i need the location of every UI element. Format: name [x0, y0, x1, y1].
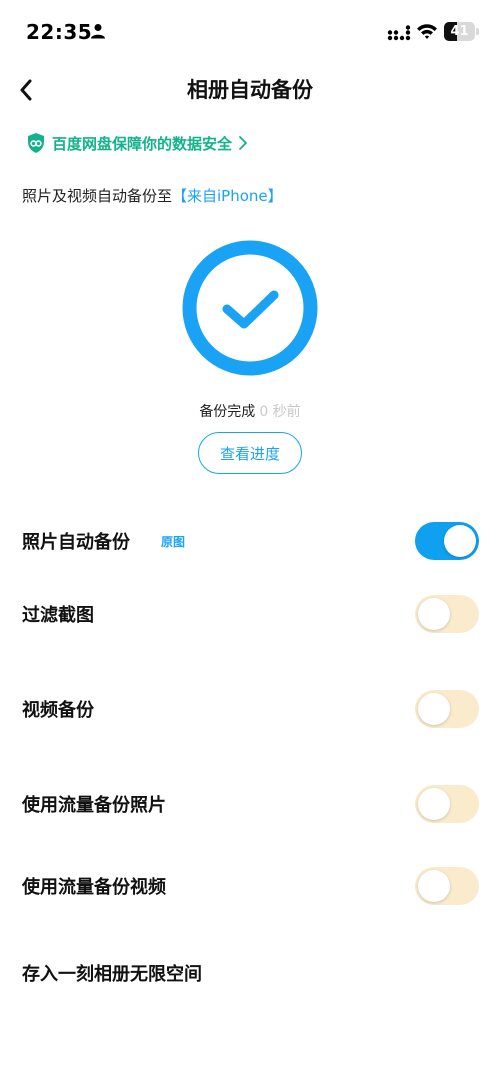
setting-row-video-backup: 视频备份 — [0, 681, 500, 737]
backup-destination-link[interactable]: 【来自iPhone】 — [172, 187, 283, 205]
person-icon — [91, 24, 105, 39]
checkmark-circle-icon — [182, 240, 318, 376]
wifi-icon — [417, 24, 437, 39]
setting-label: 视频备份 — [22, 700, 94, 721]
shield-icon — [28, 133, 44, 153]
video-backup-toggle[interactable] — [415, 690, 479, 728]
filter-screenshots-toggle[interactable] — [415, 595, 479, 633]
backup-destination-prefix: 照片及视频自动备份至 — [22, 187, 173, 205]
setting-row-cellular-videos: 使用流量备份视频 — [0, 858, 500, 914]
battery-icon: 41 — [444, 22, 475, 41]
toggle-knob — [418, 693, 450, 725]
photo-backup-toggle[interactable] — [415, 522, 479, 560]
toggle-knob — [418, 598, 450, 630]
security-text: 百度网盘保障你的数据安全 — [52, 134, 233, 153]
battery-level: 41 — [450, 24, 469, 39]
signal-icon — [387, 25, 411, 41]
setting-label: 使用流量备份照片 — [22, 795, 166, 816]
toggle-knob — [418, 788, 450, 820]
backup-time-ago: 0 秒前 — [259, 404, 301, 420]
setting-label: 照片自动备份 — [22, 532, 130, 553]
view-progress-button[interactable]: 查看进度 — [198, 432, 302, 474]
backup-destination: 照片及视频自动备份至【来自iPhone】 — [22, 185, 283, 206]
setting-row-cellular-photos: 使用流量备份照片 — [0, 776, 500, 832]
page-title: 相册自动备份 — [187, 78, 313, 102]
original-quality-badge[interactable]: 原图 — [161, 533, 185, 550]
screen: 22:35 41 相册自动备份 百度网盘保障你的数据安全 照片及视频自动备份至【… — [0, 0, 500, 1065]
setting-row-photo-backup: 照片自动备份 原图 — [0, 513, 500, 569]
setting-row-yike-album[interactable]: 存入一刻相册无限空间 — [0, 945, 500, 1001]
toggle-knob — [444, 525, 476, 557]
battery-cap — [476, 28, 479, 35]
status-bar: 22:35 41 — [0, 0, 500, 64]
backup-status: 备份完成 0 秒前 — [0, 401, 500, 421]
status-time: 22:35 — [26, 20, 93, 44]
setting-label: 使用流量备份视频 — [22, 877, 166, 898]
backup-status-text: 备份完成 — [199, 404, 256, 420]
cellular-videos-toggle[interactable] — [415, 867, 479, 905]
cellular-photos-toggle[interactable] — [415, 785, 479, 823]
toggle-knob — [418, 870, 450, 902]
setting-row-filter-screenshots: 过滤截图 — [0, 586, 500, 642]
security-link[interactable]: 百度网盘保障你的数据安全 — [26, 130, 248, 156]
setting-label: 过滤截图 — [22, 605, 94, 626]
setting-label: 存入一刻相册无限空间 — [22, 964, 202, 985]
chevron-right-icon — [239, 136, 247, 150]
